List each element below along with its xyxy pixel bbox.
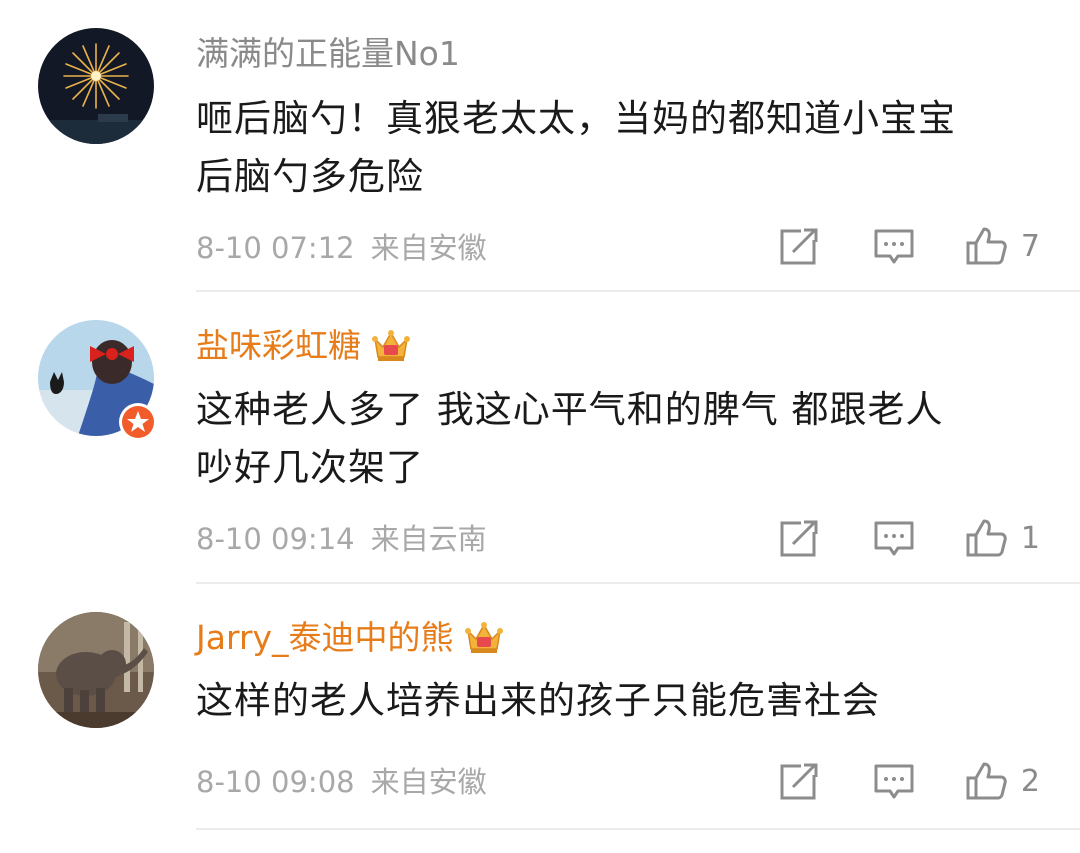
share-icon[interactable] <box>779 761 821 801</box>
comment-text-line: 这种老人多了 我这心平气和的脾气 都跟老人 <box>196 388 944 431</box>
vip-crown-icon <box>464 622 503 653</box>
comment-date: 8-10 09:14 <box>196 522 355 556</box>
comment-location: 来自安徽 <box>370 231 487 265</box>
thumbs-up-icon[interactable] <box>965 518 1007 558</box>
thumbs-up-icon[interactable] <box>965 226 1007 266</box>
thumbs-up-icon[interactable] <box>965 761 1007 801</box>
comment-actions: 2 <box>779 759 1040 803</box>
comment-icon[interactable] <box>873 761 915 801</box>
divider <box>196 290 1080 292</box>
verified-badge <box>118 402 158 442</box>
divider <box>196 828 1080 830</box>
share-icon[interactable] <box>779 226 821 266</box>
like-count: 1 <box>1020 520 1040 556</box>
username[interactable]: 盐味彩虹糖 <box>196 326 411 366</box>
comment-actions: 7 <box>779 224 1040 268</box>
comment-text-line: 吵好几次架了 <box>196 446 424 489</box>
avatar[interactable] <box>38 612 154 728</box>
share-icon[interactable] <box>779 518 821 558</box>
comment-text: 这种老人多了 我这心平气和的脾气 都跟老人 吵好几次架了 <box>196 381 1056 497</box>
comment-icon[interactable] <box>873 518 915 558</box>
comment-text-line: 后脑勺多危险 <box>196 155 424 198</box>
comment-icon[interactable] <box>873 226 915 266</box>
username-text: 盐味彩虹糖 <box>196 326 361 365</box>
comment-text: 这样的老人培养出来的孩子只能危害社会 <box>196 672 1056 730</box>
comment-meta: 8-10 09:14 来自云南 <box>196 521 487 557</box>
comment-text-line: 这样的老人培养出来的孩子只能危害社会 <box>196 679 880 722</box>
verified-star-icon <box>119 403 157 441</box>
username[interactable]: Jarry_泰迪中的熊 <box>196 618 504 658</box>
comment-text-line: 咂后脑勺！真狠老太太，当妈的都知道小宝宝 <box>196 97 956 140</box>
fireworks-avatar-image <box>38 28 154 144</box>
comment-meta: 8-10 09:08 来自安徽 <box>196 764 487 800</box>
comment-date: 8-10 09:08 <box>196 765 355 799</box>
like-count: 7 <box>1020 228 1040 264</box>
comment-location: 来自安徽 <box>370 765 487 799</box>
elephant-avatar-image <box>38 612 154 728</box>
like-count: 2 <box>1020 763 1040 799</box>
avatar[interactable] <box>38 28 154 144</box>
username-text: 满满的正能量No1 <box>196 34 460 73</box>
username[interactable]: 满满的正能量No1 <box>196 34 460 74</box>
comment-date: 8-10 07:12 <box>196 231 355 265</box>
comment-meta: 8-10 07:12 来自安徽 <box>196 230 487 266</box>
comment-actions: 1 <box>779 516 1040 560</box>
divider <box>196 582 1080 584</box>
username-text: Jarry_泰迪中的熊 <box>196 618 454 657</box>
comment-text: 咂后脑勺！真狠老太太，当妈的都知道小宝宝 后脑勺多危险 <box>196 90 1056 206</box>
comment-location: 来自云南 <box>370 522 487 556</box>
vip-crown-icon <box>372 330 410 361</box>
